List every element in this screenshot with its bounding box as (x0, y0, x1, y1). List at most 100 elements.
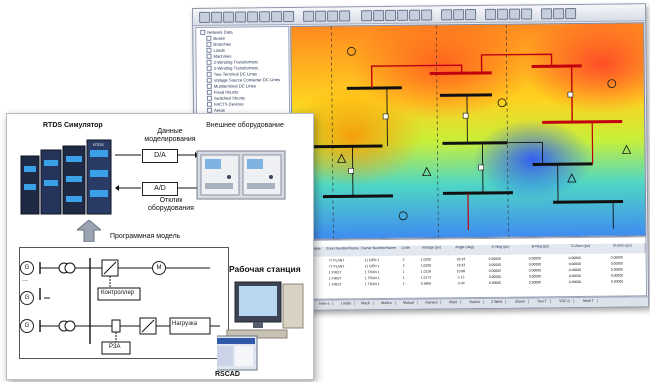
tree-item[interactable]: Multiterminal DC Lines (207, 83, 256, 89)
tree-item[interactable]: Voltage Source Converter DC Lines (207, 77, 280, 83)
status-tab[interactable]: 2 Wind (491, 299, 507, 304)
table-cell[interactable]: 10.88 (457, 269, 466, 273)
tool-icon[interactable] (339, 10, 351, 22)
table-cell[interactable]: 0.00000 (611, 268, 623, 272)
status-tab[interactable]: Multi-s (381, 300, 396, 306)
table-cell[interactable]: 1.0200 (421, 264, 431, 268)
table-cell[interactable]: 2 (403, 258, 405, 262)
column-header[interactable]: B-Neg (pu) (520, 244, 562, 255)
tool-icon[interactable] (283, 10, 295, 23)
table-cell[interactable]: 77 PLANT (329, 258, 345, 262)
table-cell[interactable]: 0.00000 (529, 256, 541, 260)
tool-icon[interactable] (453, 9, 465, 21)
table-cell[interactable]: 0.9856 (421, 282, 431, 286)
table-cell[interactable]: 1 FIRST (329, 282, 342, 286)
tool-icon[interactable] (271, 11, 283, 23)
table-cell[interactable]: 0.00000 (489, 257, 501, 261)
table-cell[interactable]: 0.00000 (611, 274, 623, 278)
tree-item[interactable]: Buses (206, 36, 225, 42)
table-cell[interactable]: 1 TRAN 1 (365, 276, 380, 280)
tool-icon[interactable] (235, 11, 247, 23)
voltage-heatmap-diagram[interactable] (290, 22, 647, 240)
column-header[interactable]: G-Zero (pu) (560, 243, 602, 255)
status-tab[interactable]: Loads (341, 301, 355, 306)
tool-icon[interactable] (397, 9, 409, 21)
tool-icon[interactable] (361, 10, 373, 22)
tool-icon[interactable] (441, 9, 453, 21)
tool-icon[interactable] (385, 9, 397, 21)
status-tab[interactable]: Multi T (583, 298, 598, 303)
status-tab[interactable]: Mutual (403, 300, 418, 305)
table-cell[interactable]: -3.34 (457, 281, 465, 285)
tool-icon[interactable] (553, 8, 565, 20)
tool-icon[interactable] (485, 8, 497, 20)
table-cell[interactable]: 2 (403, 264, 405, 268)
tree-item[interactable]: 2-Winding Transformers (207, 59, 259, 65)
table-cell[interactable]: 1 TRAN 1 (365, 270, 380, 274)
status-tab[interactable]: Zones (515, 299, 530, 304)
table-cell[interactable]: 0.00000 (529, 262, 541, 266)
table-cell[interactable]: 0.00000 (611, 262, 623, 266)
table-cell[interactable]: 1.0171 (421, 276, 431, 280)
tree-item[interactable]: Loads (206, 48, 224, 54)
tool-icon[interactable] (409, 9, 421, 21)
column-header[interactable]: Owner Number/Name (360, 245, 398, 257)
tree-item[interactable]: Machines (206, 54, 231, 60)
table-cell[interactable]: 1 FIRST (329, 270, 342, 274)
tool-icon[interactable] (421, 9, 433, 21)
status-tab[interactable]: Plant (449, 300, 462, 305)
table-cell[interactable]: 1 FIRST (329, 276, 342, 280)
table-cell[interactable]: 0.00000 (529, 274, 541, 278)
table-cell[interactable]: 0.00000 (569, 280, 581, 284)
table-cell[interactable]: 0.00000 (611, 256, 623, 260)
tool-icon[interactable] (465, 9, 477, 21)
status-tab[interactable]: Switch (469, 299, 484, 305)
table-cell[interactable]: -1.12 (457, 275, 465, 279)
tool-icon[interactable] (565, 7, 577, 20)
column-header[interactable]: Angle (deg) (448, 244, 482, 256)
tool-icon[interactable] (303, 10, 315, 22)
table-cell[interactable]: 0.00000 (569, 256, 581, 260)
tool-icon[interactable] (247, 11, 259, 23)
table-cell[interactable]: 77 PLANT (329, 264, 345, 268)
table-cell[interactable]: 1.0118 (421, 270, 431, 274)
table-cell[interactable]: 1 (403, 282, 405, 286)
table-cell[interactable]: 1 (403, 270, 405, 274)
tool-icon[interactable] (509, 8, 521, 20)
tool-icon[interactable] (541, 8, 553, 20)
column-header[interactable]: G-Neg (pu) (480, 244, 522, 255)
table-cell[interactable]: 0.00000 (489, 275, 501, 279)
tool-icon[interactable] (327, 10, 339, 22)
tree-item[interactable]: Two-Terminal DC Lines (207, 71, 257, 77)
status-tab[interactable]: Mach (361, 301, 374, 306)
tool-icon[interactable] (199, 11, 211, 23)
tool-icon[interactable] (521, 8, 533, 20)
table-cell[interactable]: 0.00000 (489, 263, 501, 267)
tool-icon[interactable] (223, 11, 235, 23)
status-tab[interactable]: Two T (537, 299, 551, 304)
table-cell[interactable]: 18.33 (457, 263, 466, 267)
status-tab[interactable]: VSC D (559, 299, 575, 304)
table-cell[interactable]: 0.00000 (569, 274, 581, 278)
tool-icon[interactable] (315, 10, 327, 22)
status-tab[interactable]: Owners (425, 300, 442, 305)
tree-item[interactable]: FACTS Devices (207, 101, 244, 107)
table-cell[interactable]: 1 (403, 276, 405, 280)
table-cell[interactable]: 1.0200 (421, 258, 431, 262)
table-cell[interactable]: 0.00000 (569, 262, 581, 266)
table-cell[interactable]: 0.00000 (529, 268, 541, 272)
tool-icon[interactable] (373, 9, 385, 22)
tool-icon[interactable] (211, 11, 223, 23)
table-cell[interactable]: 0.00000 (529, 280, 541, 284)
column-header[interactable]: Voltage (pu) (414, 245, 450, 256)
tree-item[interactable]: Network Data (200, 30, 232, 36)
table-cell[interactable]: 18.33 (457, 257, 466, 261)
table-cell[interactable]: 0.00000 (569, 268, 581, 272)
table-cell[interactable]: 11 GEN 1 (365, 264, 380, 268)
tree-item[interactable]: Switched Shunts (207, 95, 245, 101)
tool-icon[interactable] (497, 8, 509, 20)
tool-icon[interactable] (259, 11, 271, 23)
status-tab[interactable]: Inter-a (319, 301, 334, 306)
tree-item[interactable]: 3-Winding Transformers (207, 65, 259, 71)
tree-item[interactable]: Branches (206, 42, 231, 48)
